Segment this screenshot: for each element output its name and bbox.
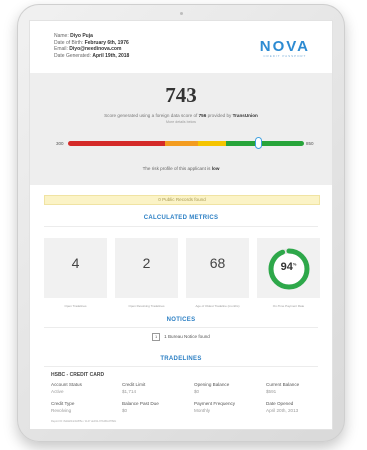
generated-label: Date Generated: (54, 52, 91, 59)
bar-segment-green (226, 141, 304, 146)
metric-value: 4 (71, 255, 80, 271)
divider (44, 226, 318, 227)
tradeline-name: HSBC - CREDIT CARD (51, 372, 105, 378)
field-label: Balance Past Due (122, 401, 159, 406)
metric-label: Open Tradelines (64, 304, 87, 308)
field-value: April 20th, 2013 (266, 408, 299, 413)
field-label: Payment Frequency (194, 401, 236, 406)
notice-count-badge: 1 (152, 333, 161, 341)
metric-value: 68 (209, 255, 226, 271)
report-header: Name: Diyo Puja Date of Birth: February … (30, 21, 332, 67)
report-screen: Name: Diyo Puja Date of Birth: February … (30, 21, 332, 429)
payment-rate-number: 94 (280, 261, 293, 273)
field-label: Current Balance (266, 382, 300, 387)
field-value: $1,714 (122, 389, 137, 394)
divider (44, 327, 318, 328)
date-generated: April 19th, 2018 (92, 52, 130, 59)
metric-label: Age of Oldest Tradeline (months) (195, 304, 240, 308)
payment-rate-unit: % (292, 261, 297, 267)
camera-dot (180, 12, 183, 15)
field-value: $591 (266, 389, 277, 394)
applicant-name: Diyo Puja (70, 33, 93, 39)
nova-logo: NOVA CREDIT PASSPORT (260, 39, 310, 58)
credit-score: 743 (165, 83, 197, 107)
field-value: $0 (122, 408, 128, 413)
foreign-score: 756 (198, 113, 207, 118)
risk-prefix: The risk profile of this applicant is (142, 166, 211, 171)
metric-label: Open Revolving Tradelines (128, 304, 165, 308)
more-details-text: More details below (166, 120, 196, 124)
field-label: Credit Type (51, 401, 75, 406)
bar-segment-orange (164, 141, 198, 146)
metric-card-open-tradelines: 4 Open Tradelines (44, 238, 107, 308)
field-value: Monthly (194, 408, 211, 413)
field-value: Revolving (51, 408, 72, 413)
email-label: Email: (54, 46, 68, 53)
applicant-info: Name: Diyo Puja Date of Birth: February … (54, 33, 129, 59)
field-label: Account Status (51, 382, 82, 387)
divider (44, 366, 318, 367)
notice-text: 1 Bureau Notice found (164, 334, 210, 340)
score-marker (254, 137, 262, 149)
metric-card-revolving-tradelines: 2 Open Revolving Tradelines (115, 238, 178, 308)
score-provider: TransUnion (232, 113, 258, 118)
metric-card-on-time-payment: 94% On-Time Payment Rate (257, 238, 320, 308)
score-desc-prefix: Score generated using a foreign data sco… (104, 113, 198, 118)
score-min: 300 (56, 141, 64, 146)
risk-profile: The risk profile of this applicant is lo… (30, 166, 332, 171)
field-value: Active (51, 389, 64, 394)
bar-segment-yellow (197, 141, 227, 146)
metric-value: 2 (142, 255, 151, 271)
report-id: Report ID: 8a9d2b4c0c8f5e / 1147 ak031-9… (51, 420, 117, 423)
tablet-frame: Name: Diyo Puja Date of Birth: February … (17, 4, 345, 442)
field-label: Opening Balance (194, 382, 230, 387)
notices-title: NOTICES (166, 317, 196, 323)
score-panel: 743 Score generated using a foreign data… (30, 73, 332, 185)
logo-text: NOVA (259, 38, 310, 55)
bureau-notice[interactable]: 11 Bureau Notice found (30, 333, 332, 341)
field-label: Date Opened (266, 401, 294, 406)
metric-label: On-Time Payment Rate (272, 304, 305, 308)
score-max: 850 (306, 141, 314, 146)
field-label: Credit Limit (122, 382, 146, 387)
payment-rate-value: 94% (257, 261, 320, 273)
dob-label: Date of Birth: (54, 39, 84, 46)
logo-tagline: CREDIT PASSPORT (263, 54, 307, 58)
applicant-dob: February 6th, 1976 (84, 39, 129, 46)
calculated-metrics-title: CALCULATED METRICS (143, 215, 219, 221)
score-desc-middle: provided by (207, 113, 232, 118)
bar-segment-red (68, 141, 165, 146)
score-range-bar (68, 141, 304, 146)
field-value: $0 (194, 389, 200, 394)
risk-value: low (211, 166, 220, 171)
tradelines-title: TRADELINES (160, 356, 202, 362)
applicant-email: Diyo@needinova.com (69, 46, 122, 53)
public-records-banner: 0 Public Records found (44, 195, 320, 205)
name-label: Name: (54, 33, 69, 39)
metric-card-oldest-tradeline: 68 Age of Oldest Tradeline (months) (186, 238, 249, 308)
score-description: Score generated using a foreign data sco… (30, 113, 332, 118)
